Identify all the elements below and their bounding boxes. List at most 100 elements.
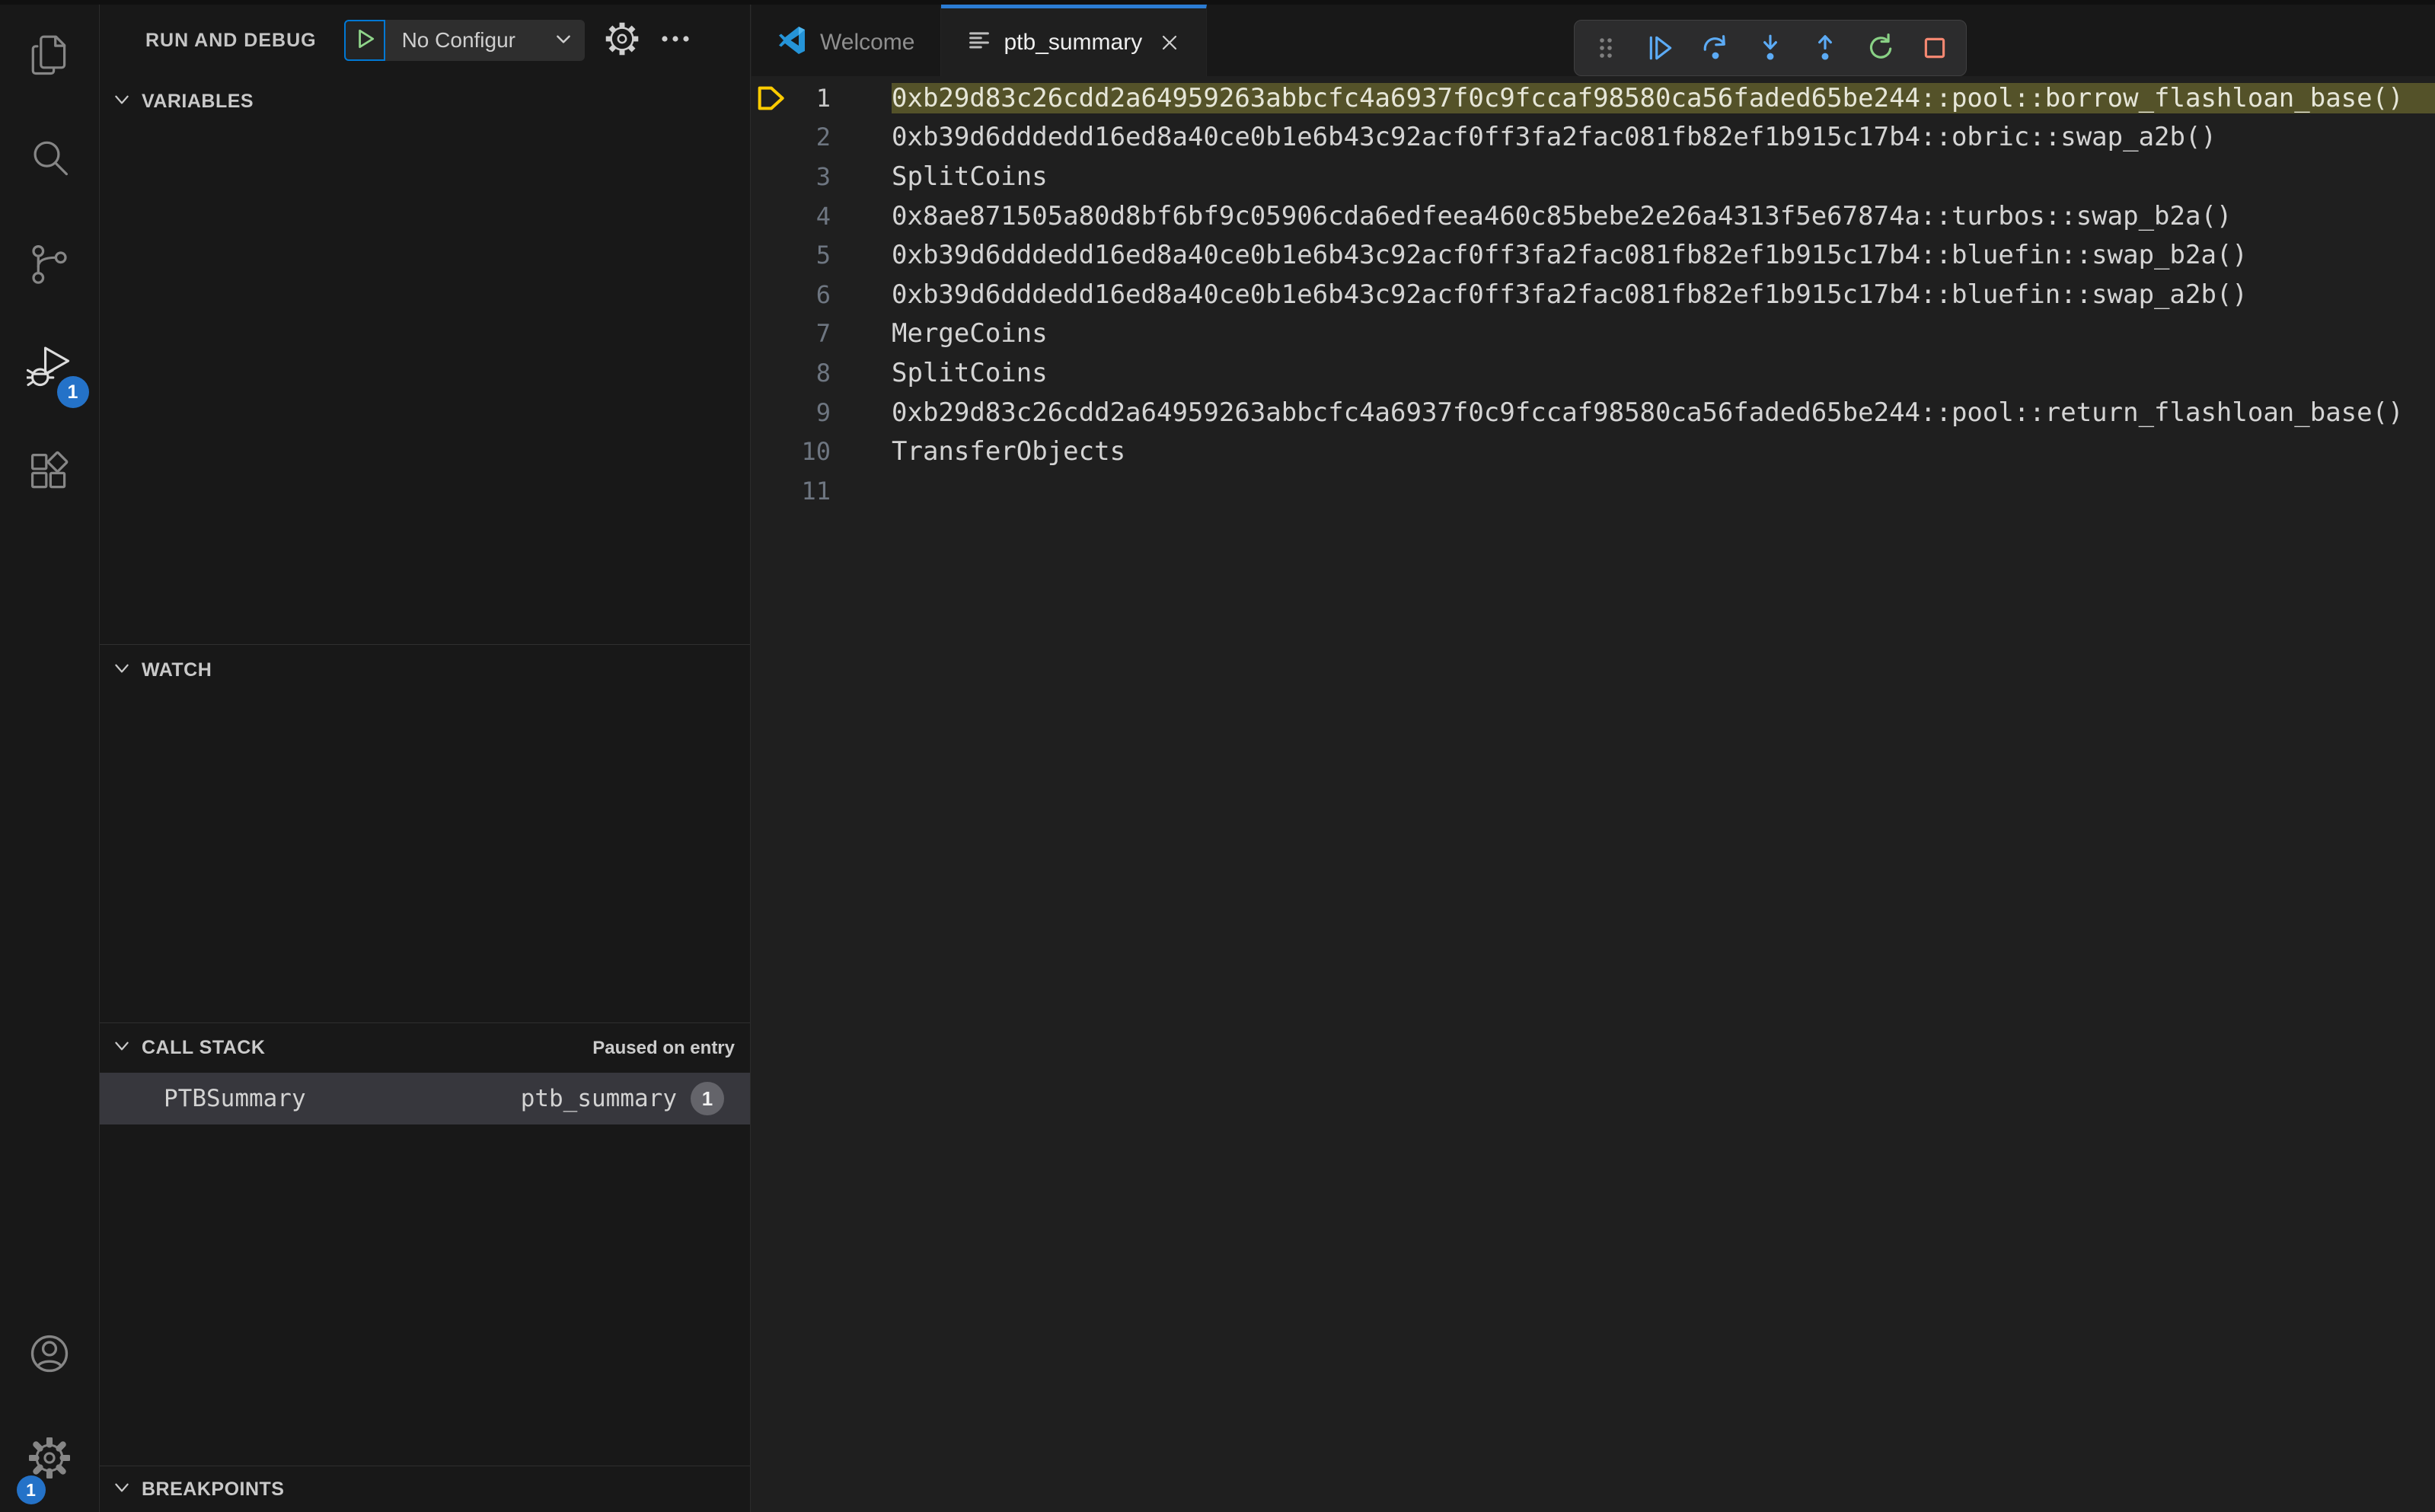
line-text[interactable]: 0xb39d6dddedd16ed8a40ce0b1e6b43c92acf0ff… (892, 122, 2435, 152)
ellipsis-icon (659, 33, 691, 49)
step-into-icon[interactable] (1756, 33, 1785, 62)
line-text[interactable]: 0xb29d83c26cdd2a64959263abbcfc4a6937f0c9… (892, 397, 2435, 428)
list-file-icon (967, 28, 991, 56)
code-line[interactable]: 2 0xb39d6dddedd16ed8a40ce0b1e6b43c92acf0… (752, 118, 2435, 158)
source-control-icon (28, 242, 71, 289)
code-line[interactable]: 9 0xb29d83c26cdd2a64959263abbcfc4a6937f0… (752, 393, 2435, 432)
editor-area: Welcome ptb_summary 1 0xb29d83c26cdd2a64… (752, 5, 2435, 1512)
start-debugging-button[interactable] (343, 20, 385, 61)
code-line[interactable]: 1 0xb29d83c26cdd2a64959263abbcfc4a6937f0… (752, 78, 2435, 118)
line-text[interactable]: 0xb39d6dddedd16ed8a40ce0b1e6b43c92acf0ff… (892, 279, 2435, 310)
line-number[interactable]: 6 (794, 280, 831, 309)
watch-body (100, 695, 750, 1022)
variables-body (100, 126, 750, 644)
activity-bar: 1 1 (0, 5, 100, 1512)
settings-badge: 1 (16, 1475, 46, 1504)
restart-icon[interactable] (1865, 33, 1894, 62)
variables-header-label: VARIABLES (142, 90, 254, 112)
chevron-down-icon (554, 30, 573, 52)
frame-name: PTBSummary (164, 1085, 306, 1112)
stop-icon[interactable] (1920, 33, 1949, 62)
chevron-down-icon (113, 91, 131, 113)
debug-configuration-value: No Configur (401, 28, 515, 52)
launch-control: No Configur (343, 20, 585, 61)
code-editor[interactable]: 1 0xb29d83c26cdd2a64959263abbcfc4a6937f0… (752, 76, 2435, 511)
call-stack-body (100, 1124, 750, 1466)
activity-source-control[interactable] (0, 213, 100, 317)
account-icon (27, 1332, 72, 1380)
sidebar-header: RUN AND DEBUG No Configur (100, 5, 750, 76)
close-icon[interactable] (1159, 32, 1180, 53)
views-more-actions-button[interactable] (659, 33, 691, 49)
chevron-down-icon (113, 1037, 131, 1059)
line-number[interactable]: 11 (794, 477, 831, 506)
debug-session-badge: 1 (56, 376, 89, 408)
debug-toolbar (1574, 20, 1967, 76)
current-instruction-pointer-icon (752, 85, 794, 112)
watch-header-label: WATCH (142, 659, 212, 681)
code-line[interactable]: 5 0xb39d6dddedd16ed8a40ce0b1e6b43c92acf0… (752, 235, 2435, 275)
code-line[interactable]: 8 SplitCoins (752, 353, 2435, 393)
line-number[interactable]: 2 (794, 123, 831, 152)
line-text[interactable]: MergeCoins (892, 318, 2435, 349)
call-stack-header-label: CALL STACK (142, 1037, 266, 1058)
section-breakpoints[interactable]: BREAKPOINTS (100, 1466, 750, 1512)
activity-run-and-debug[interactable]: 1 (0, 317, 100, 422)
line-number[interactable]: 1 (794, 84, 831, 113)
gear-icon (605, 21, 640, 60)
toolbar-drag-grip[interactable] (1591, 33, 1620, 62)
tab-label: ptb_summary (1004, 29, 1143, 55)
play-icon (353, 27, 376, 54)
line-number[interactable]: 10 (794, 437, 831, 466)
activity-accounts[interactable] (0, 1303, 100, 1408)
open-launch-settings-button[interactable] (605, 21, 640, 60)
code-line[interactable]: 3 SplitCoins (752, 157, 2435, 196)
run-and-debug-sidebar: RUN AND DEBUG No Configur VARIABLES WATC… (100, 5, 751, 1512)
activity-settings[interactable]: 1 (0, 1408, 100, 1512)
code-line[interactable]: 11 (752, 471, 2435, 511)
line-number[interactable]: 9 (794, 398, 831, 427)
activity-extensions[interactable] (0, 422, 100, 526)
files-icon (28, 33, 71, 80)
step-out-icon[interactable] (1811, 33, 1840, 62)
debug-configuration-dropdown[interactable]: No Configur (385, 20, 585, 61)
line-number[interactable]: 8 (794, 359, 831, 388)
line-text[interactable]: 0xb39d6dddedd16ed8a40ce0b1e6b43c92acf0ff… (892, 240, 2435, 270)
vscode-window: 1 1 RUN AND DEBUG No Configur VARIABLES … (0, 0, 2435, 1512)
line-text[interactable]: TransferObjects (892, 436, 2435, 467)
line-number[interactable]: 4 (794, 202, 831, 231)
call-stack-status: Paused on entry (592, 1037, 735, 1058)
section-call-stack[interactable]: CALL STACK Paused on entry (100, 1023, 750, 1073)
call-stack-frame-row[interactable]: PTBSummary ptb_summary 1 (100, 1073, 750, 1124)
section-watch[interactable]: WATCH (100, 645, 750, 695)
line-text[interactable]: 0x8ae871505a80d8bf6bf9c05906cda6edfeea46… (892, 201, 2435, 231)
code-line[interactable]: 6 0xb39d6dddedd16ed8a40ce0b1e6b43c92acf0… (752, 275, 2435, 314)
code-line[interactable]: 7 MergeCoins (752, 314, 2435, 354)
sidebar-title: RUN AND DEBUG (145, 29, 317, 51)
continue-icon[interactable] (1646, 33, 1675, 62)
line-text[interactable]: SplitCoins (892, 358, 2435, 388)
line-number[interactable]: 3 (794, 162, 831, 191)
section-variables[interactable]: VARIABLES (100, 76, 750, 126)
code-line[interactable]: 4 0x8ae871505a80d8bf6bf9c05906cda6edfeea… (752, 196, 2435, 236)
activity-search[interactable] (0, 109, 100, 213)
line-text[interactable]: 0xb29d83c26cdd2a64959263abbcfc4a6937f0c9… (892, 82, 2435, 113)
code-line[interactable]: 10 TransferObjects (752, 432, 2435, 471)
line-text[interactable]: SplitCoins (892, 161, 2435, 192)
activity-explorer[interactable] (0, 5, 100, 109)
search-icon (28, 138, 71, 184)
chevron-down-icon (113, 659, 131, 681)
frame-file: ptb_summary (520, 1085, 677, 1112)
line-number[interactable]: 5 (794, 241, 831, 270)
window-top-edge (0, 0, 2435, 5)
tab-welcome[interactable]: Welcome (752, 5, 942, 76)
step-over-icon[interactable] (1701, 33, 1730, 62)
frame-count-badge: 1 (691, 1082, 724, 1115)
breakpoints-header-label: BREAKPOINTS (142, 1478, 285, 1500)
extensions-icon (28, 451, 71, 497)
line-number[interactable]: 7 (794, 319, 831, 348)
tab-ptb-summary[interactable]: ptb_summary (941, 5, 1208, 76)
chevron-down-icon (113, 1479, 131, 1501)
vscode-logo-icon (777, 25, 808, 59)
tab-label: Welcome (820, 29, 915, 55)
